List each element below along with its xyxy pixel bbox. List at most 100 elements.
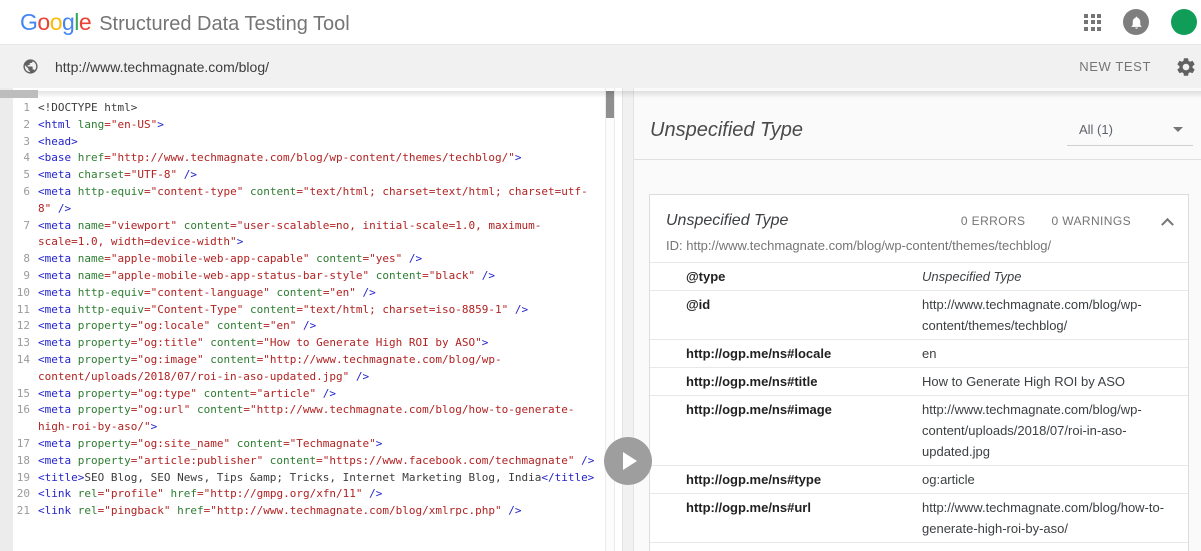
property-row[interactable]: http://ogp.me/ns#type og:article <box>650 466 1188 494</box>
apps-grid-icon[interactable] <box>1084 13 1101 31</box>
bell-glyph <box>1131 16 1141 29</box>
property-row[interactable]: @type Unspecified Type <box>650 263 1188 291</box>
property-value: Techmagnate <box>922 546 1188 551</box>
code-text: <meta http-equiv="content-language" cont… <box>38 285 376 299</box>
property-name: @id <box>686 297 711 312</box>
main-content: 1 <!DOCTYPE html> 2 <html lang="en-US"> 3 <he… <box>0 88 1201 551</box>
property-name: http://ogp.me/ns#type <box>686 472 822 487</box>
code-text: <link rel="pingback" href="http://www.te… <box>38 504 522 518</box>
results-panel: Unspecified Type All (1) Unspecified Typ… <box>634 88 1201 551</box>
line-number: 21 <box>16 504 30 518</box>
new-test-button[interactable]: NEW TEST <box>1079 59 1151 74</box>
line-number: 16 <box>16 403 30 417</box>
property-value: http://www.techmagnate.com/blog/wp-conte… <box>922 297 1142 333</box>
horizontal-scrollbar-thumb[interactable] <box>0 90 38 98</box>
google-logo-text: Google <box>20 8 92 35</box>
code-line: 3 <head> <box>0 134 622 151</box>
code-text: <meta charset="UTF-8" /> <box>38 168 197 182</box>
property-row[interactable]: http://ogp.me/ns#locale en <box>650 340 1188 368</box>
result-card-header[interactable]: Unspecified Type 0 ERRORS 0 WARNINGS <box>650 195 1188 236</box>
result-type-title: Unspecified Type <box>666 212 789 229</box>
property-value: Unspecified Type <box>922 269 1022 284</box>
errors-count: 0 ERRORS <box>960 214 1026 228</box>
code-text: <base href="http://www.techmagnate.com/b… <box>38 151 522 165</box>
result-card: Unspecified Type 0 ERRORS 0 WARNINGS ID:… <box>649 194 1189 551</box>
line-number: 3 <box>23 134 30 148</box>
line-number: 10 <box>16 285 30 299</box>
code-text: <title>SEO Blog, SEO News, Tips &amp; Tr… <box>38 470 595 484</box>
type-filter-dropdown[interactable]: All (1) <box>1067 116 1193 146</box>
property-row[interactable]: http://ogp.me/ns#image http://www.techmag… <box>650 396 1188 466</box>
property-value: en <box>922 346 937 361</box>
property-row[interactable]: http://ogp.me/ns#url http://www.techmagna… <box>650 494 1188 543</box>
vertical-scrollbar[interactable] <box>605 88 615 551</box>
type-filter-value: All (1) <box>1079 121 1113 137</box>
result-id-line: ID: http://www.techmagnate.com/blog/wp-c… <box>650 236 1188 263</box>
notifications-bell-icon[interactable] <box>1123 9 1149 35</box>
code-line: 8 <meta name="apple-mobile-web-app-capabl… <box>0 251 622 268</box>
run-test-button[interactable] <box>604 437 652 485</box>
code-line: 10 <meta http-equiv="content-language" co… <box>0 285 622 302</box>
property-name: http://ogp.me/ns#title <box>686 374 818 389</box>
settings-gear-icon[interactable] <box>1175 56 1197 78</box>
user-avatar[interactable] <box>1171 9 1197 35</box>
code-line: 5 <meta charset="UTF-8" /> <box>0 167 622 184</box>
results-panel-title: Unspecified Type <box>650 119 804 141</box>
line-number: 11 <box>16 302 30 316</box>
property-row[interactable]: http://ogp.me/ns#title How to Generate Hi… <box>650 368 1188 396</box>
app-title: Structured Data Testing Tool <box>99 12 350 35</box>
property-name: http://ogp.me/ns#locale <box>686 346 832 361</box>
code-text: <meta property="og:image" content="http:… <box>38 352 502 383</box>
google-logo[interactable]: Google Structured Data Testing Tool <box>20 9 350 36</box>
code-text: <meta http-equiv="Content-Type" content=… <box>38 302 529 316</box>
code-line: 15 <meta property="og:type" content="arti… <box>0 386 622 403</box>
code-line: 1 <!DOCTYPE html> <box>0 100 622 117</box>
warnings-count: 0 WARNINGS <box>1051 214 1131 228</box>
code-line: 16 <meta property="og:url" content="http:… <box>0 402 622 436</box>
vertical-scrollbar-thumb[interactable] <box>606 91 614 118</box>
tested-url[interactable]: http://www.techmagnate.com/blog/ <box>55 59 269 75</box>
line-number: 19 <box>16 470 30 484</box>
collapse-chevron-up-icon[interactable] <box>1161 217 1174 231</box>
code-text: <meta property="og:type" content="articl… <box>38 386 337 400</box>
property-value: og:article <box>922 472 975 487</box>
line-number: 9 <box>23 268 30 282</box>
line-number: 1 <box>23 101 30 114</box>
source-code-panel[interactable]: 1 <!DOCTYPE html> 2 <html lang="en-US"> 3 <he… <box>0 88 622 551</box>
result-status: 0 ERRORS 0 WARNINGS <box>960 214 1174 231</box>
property-row[interactable]: @id http://www.techmagnate.com/blog/wp-co… <box>650 291 1188 340</box>
url-bar: http://www.techmagnate.com/blog/ NEW TES… <box>0 44 1201 88</box>
code-text: <meta name="viewport" content="user-scal… <box>38 218 542 249</box>
line-number: 20 <box>16 487 30 501</box>
property-row[interactable]: http://ogp.me/ns#site_nameTechmagnate <box>650 543 1188 551</box>
code-line: 13 <meta property="og:title" content="How… <box>0 335 622 352</box>
code-line: 17 <meta property="og:site_name" content=… <box>0 436 622 453</box>
code-text: <meta name="apple-mobile-web-app-capable… <box>38 252 423 266</box>
line-number: 18 <box>16 453 30 467</box>
code-text: <meta property="og:locale" content="en" … <box>38 319 317 333</box>
code-editor[interactable]: 1 <!DOCTYPE html> 2 <html lang="en-US"> 3 <he… <box>0 100 622 520</box>
play-icon <box>623 452 637 470</box>
code-text: <meta property="og:url" content="http://… <box>38 403 575 434</box>
urlbar-actions: NEW TEST <box>1079 56 1195 78</box>
code-line: 7 <meta name="viewport" content="user-sca… <box>0 218 622 252</box>
line-number: 5 <box>23 168 30 182</box>
code-line: 14 <meta property="og:image" content="htt… <box>0 352 622 386</box>
code-line: 4 <base href="http://www.techmagnate.com/… <box>0 150 622 167</box>
code-text: <meta name="apple-mobile-web-app-status-… <box>38 268 495 282</box>
code-text: <meta property="article:publisher" conte… <box>38 453 595 467</box>
chevron-down-icon <box>1173 126 1183 132</box>
property-name: http://ogp.me/ns#url <box>686 500 811 515</box>
line-number: 6 <box>23 184 30 198</box>
code-text: <meta http-equiv="content-type" content=… <box>38 184 588 215</box>
code-line: 18 <meta property="article:publisher" con… <box>0 453 622 470</box>
code-text: <meta property="og:site_name" content="T… <box>38 436 383 450</box>
app-header: Google Structured Data Testing Tool <box>0 0 1201 44</box>
line-number: 7 <box>23 218 30 232</box>
property-value: http://www.techmagnate.com/blog/how-to-g… <box>922 500 1165 536</box>
line-number: 12 <box>16 319 30 333</box>
line-number: 13 <box>16 336 30 350</box>
results-header: Unspecified Type All (1) <box>634 88 1201 160</box>
code-line: 2 <html lang="en-US"> <box>0 117 622 134</box>
line-number: 8 <box>23 252 30 266</box>
